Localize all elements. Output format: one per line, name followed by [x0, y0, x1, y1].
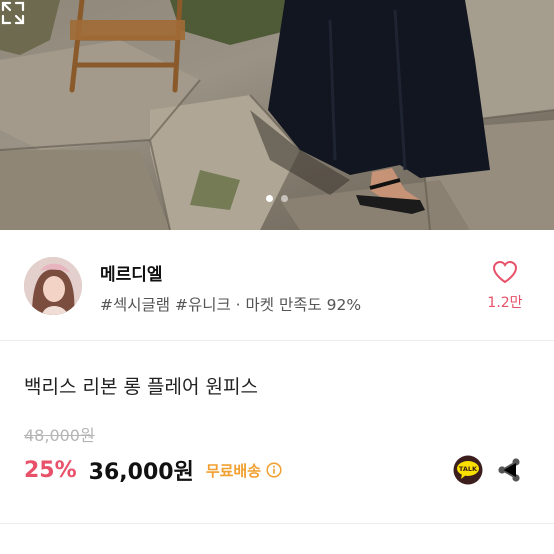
discount-rate: 25% [24, 457, 77, 483]
share-icon[interactable] [497, 457, 521, 483]
info-icon[interactable] [266, 462, 282, 478]
kakaotalk-share-button[interactable]: TALK [453, 455, 483, 485]
price-row: 25% 36,000원 무료배송 [24, 454, 282, 486]
image-page-indicator [0, 195, 554, 202]
seller-section[interactable]: 메르디엘 #섹시글램 #유니크 · 마켓 만족도 92% 1.2만 [0, 230, 554, 340]
heart-outline-icon [492, 260, 518, 284]
original-price: 48,000원 [24, 426, 95, 445]
like-count: 1.2만 [487, 295, 523, 311]
page-dot-active [266, 195, 273, 202]
seller-tags: #섹시글램 #유니크 · 마켓 만족도 92% [100, 296, 362, 314]
like-button[interactable]: 1.2만 [480, 260, 530, 312]
seller-name[interactable]: 메르디엘 [100, 260, 163, 285]
seller-avatar[interactable] [24, 257, 82, 315]
avatar-image [24, 257, 82, 315]
section-divider [0, 523, 554, 524]
product-image[interactable] [0, 0, 554, 230]
page-dot [281, 195, 288, 202]
product-title: 백리스 리본 롱 플레어 원피스 [24, 376, 258, 398]
talk-label: TALK [459, 465, 478, 473]
free-shipping-label: 무료배송 [205, 461, 262, 480]
section-divider [0, 340, 554, 341]
fullscreen-icon[interactable] [0, 0, 26, 26]
sale-price: 36,000원 [88, 460, 194, 485]
